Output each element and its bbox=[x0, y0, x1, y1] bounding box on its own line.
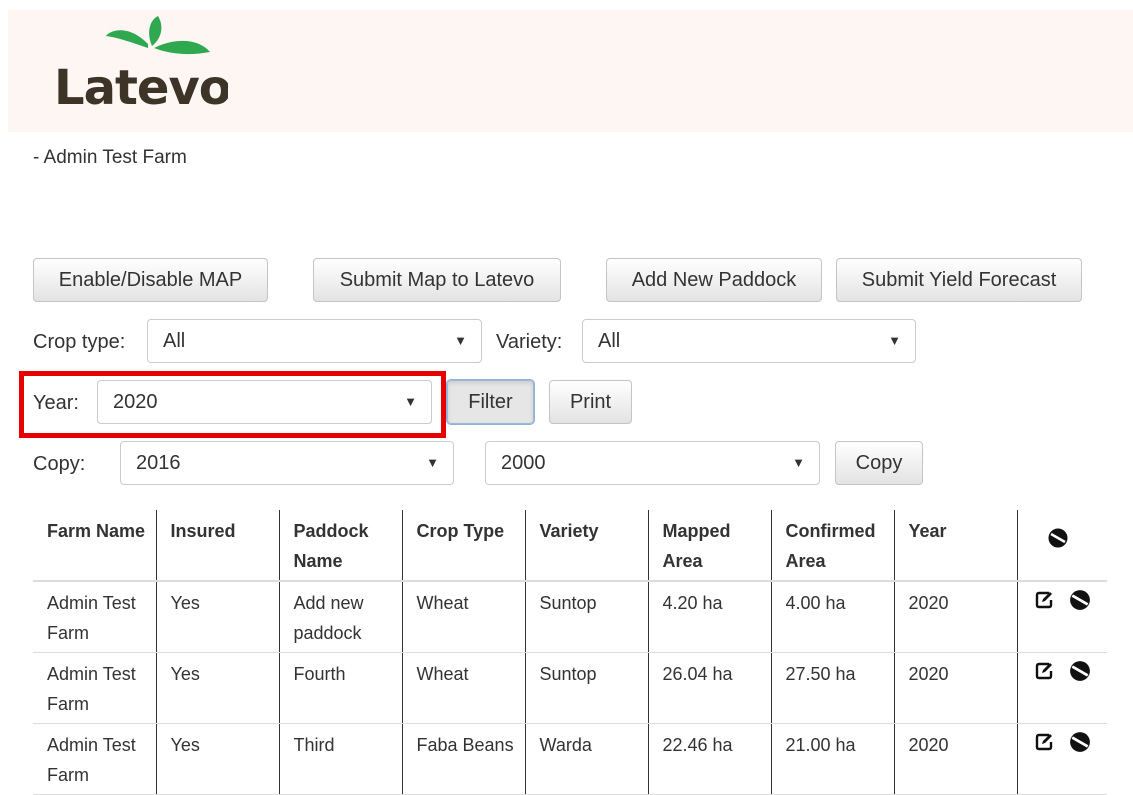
cell-variety: Suntop bbox=[524, 581, 648, 653]
column-header[interactable]: Variety bbox=[524, 510, 648, 582]
copy-to-value: 2000 bbox=[501, 452, 546, 474]
cell-mapped-area: 4.20 ha bbox=[647, 581, 771, 653]
cell-confirmed-area: 21.00 ha bbox=[770, 723, 894, 795]
column-header[interactable]: Insured bbox=[155, 510, 279, 582]
column-header-line1: Farm Name bbox=[47, 521, 146, 541]
year-select[interactable]: 2020 ▼ bbox=[97, 380, 432, 424]
cell-farm-name: Admin Test Farm bbox=[33, 652, 156, 724]
copy-button[interactable]: Copy bbox=[835, 441, 923, 485]
chevron-down-icon: ▼ bbox=[792, 455, 805, 470]
column-header-line2: Name bbox=[293, 551, 343, 571]
column-header-line2: Area bbox=[662, 551, 703, 571]
farm-subtitle: - Admin Test Farm bbox=[33, 147, 187, 168]
paddock-table: Farm Name Insured Paddock Name Crop Type … bbox=[33, 510, 1107, 795]
cell-confirmed-area: 27.50 ha bbox=[770, 652, 894, 724]
table-row: Admin Test Farm Yes Third Faba Beans War… bbox=[33, 723, 1107, 795]
add-new-paddock-button[interactable]: Add New Paddock bbox=[606, 258, 822, 302]
column-header[interactable]: Year bbox=[893, 510, 1017, 582]
cell-paddock: Third bbox=[278, 723, 402, 795]
cell-insured: Yes bbox=[155, 652, 279, 724]
cell-paddock: Fourth bbox=[278, 652, 402, 724]
cell-variety: Warda bbox=[524, 723, 648, 795]
chevron-down-icon: ▼ bbox=[888, 333, 901, 348]
latevo-logo[interactable]: Latevo bbox=[48, 14, 232, 116]
variety-label: Variety: bbox=[496, 331, 563, 353]
copy-from-value: 2016 bbox=[136, 452, 181, 474]
cell-crop-type: Faba Beans bbox=[401, 723, 525, 795]
cell-paddock: Add new paddock bbox=[278, 581, 402, 653]
variety-value: All bbox=[598, 330, 621, 352]
delete-icon[interactable] bbox=[1069, 589, 1091, 620]
column-header-line1: Confirmed bbox=[785, 521, 876, 541]
cell-farm-name: Admin Test Farm bbox=[33, 581, 156, 653]
cell-year: 2020 bbox=[893, 581, 1017, 653]
table-header-row: Farm Name Insured Paddock Name Crop Type … bbox=[33, 510, 1107, 582]
delete-icon[interactable] bbox=[1069, 660, 1091, 691]
column-header[interactable]: Confirmed Area bbox=[770, 510, 894, 582]
crop-type-label: Crop type: bbox=[33, 331, 126, 353]
column-header-line2: Area bbox=[785, 551, 826, 571]
print-button[interactable]: Print bbox=[549, 380, 632, 424]
column-header[interactable]: Paddock Name bbox=[278, 510, 402, 582]
cell-actions bbox=[1016, 723, 1107, 795]
column-header-line1: Insured bbox=[170, 521, 236, 541]
column-header-line1: Variety bbox=[539, 521, 599, 541]
column-header-line1: Mapped bbox=[662, 521, 731, 541]
copy-label: Copy: bbox=[33, 453, 86, 475]
cell-insured: Yes bbox=[155, 581, 279, 653]
table-row: Admin Test Farm Yes Add new paddock Whea… bbox=[33, 581, 1107, 653]
year-label: Year: bbox=[33, 392, 79, 414]
cell-crop-type: Wheat bbox=[401, 652, 525, 724]
cell-year: 2020 bbox=[893, 652, 1017, 724]
latevo-logo-graphic: Latevo bbox=[54, 16, 232, 116]
column-header-actions bbox=[1016, 510, 1107, 582]
column-header[interactable]: Mapped Area bbox=[647, 510, 771, 582]
cell-confirmed-area: 4.00 ha bbox=[770, 581, 894, 653]
delete-disabled-icon[interactable] bbox=[1048, 527, 1068, 557]
submit-map-button[interactable]: Submit Map to Latevo bbox=[313, 258, 561, 302]
enable-disable-map-button[interactable]: Enable/Disable MAP bbox=[33, 258, 268, 302]
chevron-down-icon: ▼ bbox=[454, 333, 467, 348]
delete-icon[interactable] bbox=[1069, 731, 1091, 762]
column-header[interactable]: Farm Name bbox=[33, 510, 156, 582]
cell-mapped-area: 22.46 ha bbox=[647, 723, 771, 795]
svg-text:Latevo: Latevo bbox=[54, 60, 228, 114]
cell-farm-name: Admin Test Farm bbox=[33, 723, 156, 795]
edit-icon[interactable] bbox=[1034, 660, 1054, 690]
column-header-line1: Year bbox=[908, 521, 947, 541]
column-header[interactable]: Crop Type bbox=[401, 510, 525, 582]
cell-mapped-area: 26.04 ha bbox=[647, 652, 771, 724]
chevron-down-icon: ▼ bbox=[404, 394, 417, 409]
copy-from-select[interactable]: 2016 ▼ bbox=[120, 441, 454, 485]
cell-crop-type: Wheat bbox=[401, 581, 525, 653]
cell-actions bbox=[1016, 652, 1107, 724]
copy-to-select[interactable]: 2000 ▼ bbox=[485, 441, 820, 485]
cell-year: 2020 bbox=[893, 723, 1017, 795]
cell-variety: Suntop bbox=[524, 652, 648, 724]
column-header-line1: Crop Type bbox=[416, 521, 505, 541]
cell-insured: Yes bbox=[155, 723, 279, 795]
submit-yield-forecast-button[interactable]: Submit Yield Forecast bbox=[836, 258, 1082, 302]
chevron-down-icon: ▼ bbox=[426, 455, 439, 470]
year-value: 2020 bbox=[113, 391, 158, 413]
filter-button[interactable]: Filter bbox=[446, 379, 535, 425]
cell-actions bbox=[1016, 581, 1107, 653]
variety-select[interactable]: All ▼ bbox=[582, 319, 916, 363]
crop-type-value: All bbox=[163, 330, 186, 352]
table-row: Admin Test Farm Yes Fourth Wheat Suntop … bbox=[33, 652, 1107, 724]
crop-type-select[interactable]: All ▼ bbox=[147, 319, 482, 363]
column-header-line1: Paddock bbox=[293, 521, 369, 541]
edit-icon[interactable] bbox=[1034, 731, 1054, 761]
edit-icon[interactable] bbox=[1034, 589, 1054, 619]
